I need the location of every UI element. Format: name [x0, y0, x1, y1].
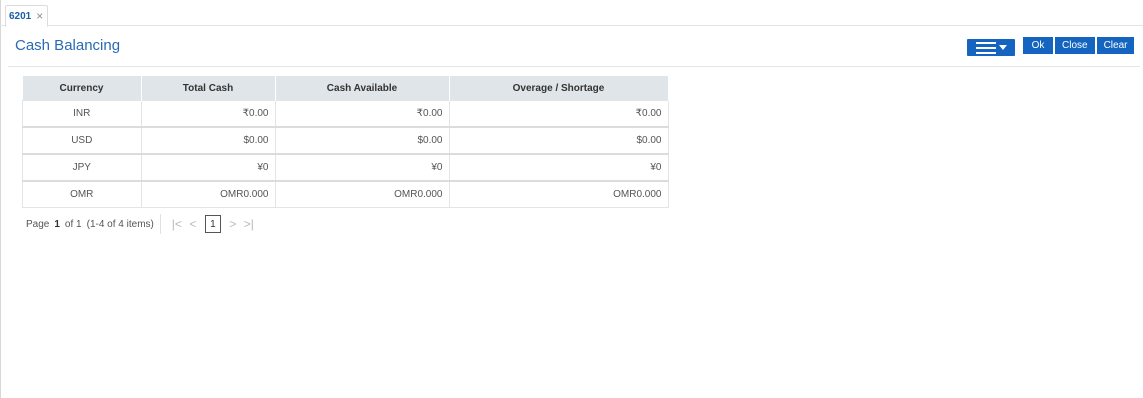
action-buttons: Ok Close Clear — [1023, 37, 1135, 54]
header-divider — [8, 66, 1140, 67]
caret-down-icon — [998, 44, 1007, 50]
cell-currency: JPY — [22, 153, 142, 182]
close-icon[interactable]: × — [36, 10, 43, 22]
window-left-border — [0, 0, 1, 398]
tab-bar: 6201 × — [0, 0, 1143, 27]
ok-button[interactable]: Ok — [1023, 37, 1053, 54]
cash-balancing-table: Currency Total Cash Cash Available Overa… — [22, 76, 669, 208]
cell-cash-available: $0.00 — [274, 126, 450, 155]
cell-cash-available: ¥0 — [274, 153, 450, 182]
page-number-input[interactable]: 1 — [204, 215, 221, 233]
cell-total-cash: OMR0.000 — [140, 180, 276, 208]
cell-overage-shortage: ¥0 — [448, 153, 669, 182]
column-header-currency[interactable]: Currency — [22, 76, 142, 101]
page-title: Cash Balancing — [15, 37, 121, 54]
previous-page-icon[interactable]: < — [185, 217, 201, 231]
pager-items-info: (1-4 of 4 items) — [86, 218, 154, 230]
cell-total-cash: ¥0 — [140, 153, 276, 182]
cell-currency: OMR — [22, 180, 142, 208]
table-row[interactable]: OMR OMR0.000 OMR0.000 OMR0.000 — [22, 180, 669, 208]
table-row[interactable]: USD $0.00 $0.00 $0.00 — [22, 126, 669, 155]
pager-page-label: Page — [26, 218, 50, 230]
clear-button[interactable]: Clear — [1096, 37, 1135, 54]
cell-cash-available: OMR0.000 — [274, 180, 450, 208]
cell-currency: USD — [22, 126, 142, 155]
cell-overage-shortage: ₹0.00 — [448, 100, 669, 128]
last-page-icon[interactable]: >| — [241, 217, 257, 231]
hamburger-menu-icon — [975, 41, 996, 54]
options-menu-button[interactable] — [967, 39, 1015, 56]
close-button[interactable]: Close — [1055, 37, 1095, 54]
table-row[interactable]: INR ₹0.00 ₹0.00 ₹0.00 — [22, 100, 669, 128]
cell-total-cash: $0.00 — [140, 126, 276, 155]
column-header-overage-shortage[interactable]: Overage / Shortage — [449, 76, 669, 101]
pagination-bar: Page 1 of 1 (1-4 of 4 items) |< < 1 > >| — [26, 214, 257, 234]
pager-total-pages: of 1 — [64, 218, 82, 230]
table-row[interactable]: JPY ¥0 ¥0 ¥0 — [22, 153, 669, 182]
column-header-total-cash[interactable]: Total Cash — [141, 76, 276, 101]
cell-cash-available: ₹0.00 — [274, 100, 450, 128]
table-header-row: Currency Total Cash Cash Available Overa… — [22, 76, 669, 101]
first-page-icon[interactable]: |< — [169, 217, 185, 231]
cell-total-cash: ₹0.00 — [140, 100, 276, 128]
column-header-cash-available[interactable]: Cash Available — [275, 76, 450, 101]
pager-divider — [159, 214, 161, 234]
tab-6201[interactable]: 6201 × — [5, 5, 49, 27]
cell-currency: INR — [22, 100, 142, 128]
cell-overage-shortage: OMR0.000 — [448, 180, 669, 208]
tab-label: 6201 — [9, 10, 32, 22]
pager-current-page: 1 — [54, 218, 60, 230]
cell-overage-shortage: $0.00 — [448, 126, 669, 155]
next-page-icon[interactable]: > — [225, 217, 241, 231]
